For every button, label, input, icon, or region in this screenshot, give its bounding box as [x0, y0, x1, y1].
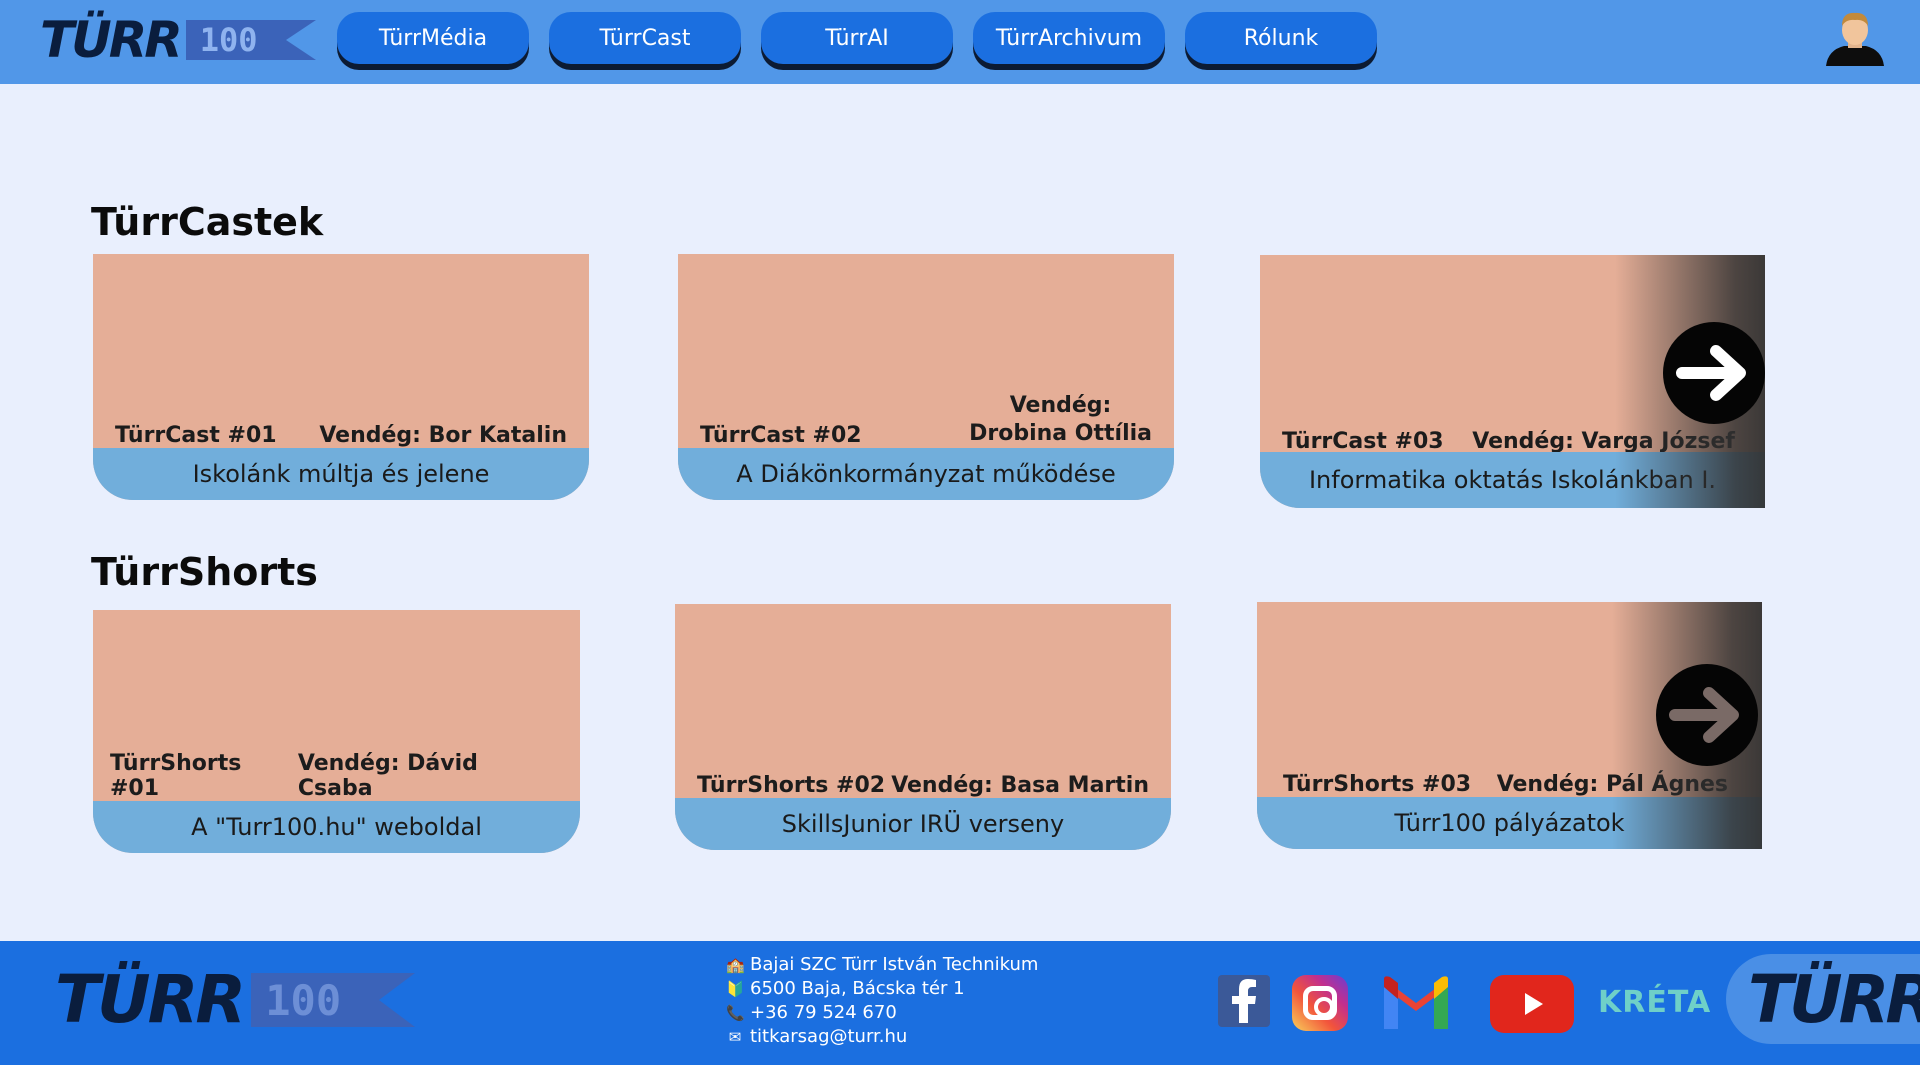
cast-card-02[interactable]: TürrCast #02 Vendég: Drobina Ottília A D…: [678, 254, 1174, 500]
facebook-icon[interactable]: [1218, 975, 1270, 1027]
mail-icon: ✉: [728, 1028, 742, 1046]
episode-label: TürrCast #02: [700, 423, 862, 448]
phone-icon: 📞: [726, 1004, 745, 1022]
footer-logo-number: 100: [251, 973, 416, 1027]
episode-label: TürrShorts #01: [110, 751, 242, 801]
turr-badge-logo[interactable]: TÜRR: [1726, 954, 1920, 1044]
episode-label: TürrShorts #03: [1283, 772, 1472, 797]
nav-turrcast-button[interactable]: TürrCast: [549, 12, 741, 64]
kreta-link[interactable]: KRÉTA: [1598, 985, 1711, 1020]
gmail-icon[interactable]: [1380, 975, 1452, 1033]
contact-school: 🏫 Bajai SZC Türr István Technikum: [726, 954, 1039, 975]
guest-label: Vendég: Drobina Ottília: [969, 392, 1152, 448]
nav-rolunk-button[interactable]: Rólunk: [1185, 12, 1377, 64]
contact-email: ✉ titkarsag@turr.hu: [726, 1025, 1038, 1049]
site-header: TÜRR 100 TürrMédia TürrCast TürrAI TürrA…: [0, 0, 1920, 84]
instagram-icon[interactable]: [1292, 975, 1348, 1031]
shorts-card-02[interactable]: TürrShorts #02 Vendég: Basa Martin Skill…: [675, 604, 1171, 850]
nav-turrarchivum-button[interactable]: TürrArchivum: [973, 12, 1165, 64]
card-meta: TürrCast #02 Vendég: Drobina Ottília: [678, 388, 1174, 448]
logo-wordmark: TÜRR: [40, 11, 183, 69]
nav-turrai-button[interactable]: TürrAI: [761, 12, 953, 64]
guest-name: Drobina Ottília: [969, 421, 1152, 446]
shorts-next-arrow-icon[interactable]: [1656, 664, 1758, 766]
contact-phone: 📞 +36 79 524 670: [726, 1002, 897, 1023]
footer-logo[interactable]: TÜRR 100: [55, 961, 416, 1038]
guest-label: Vendég: Bor Katalin: [319, 423, 567, 448]
nav-turrmedia-button[interactable]: TürrMédia: [337, 12, 529, 64]
section-title-shorts: TürrShorts: [91, 550, 318, 594]
episode-label: TürrCast #01: [115, 423, 277, 448]
main-nav: TürrMédia TürrCast TürrAI TürrArchivum R…: [337, 12, 1377, 64]
guest-label: Vendég: Dávid Csaba: [297, 751, 478, 801]
contact-address: 🔰 6500 Baja, Bácska tér 1: [726, 978, 965, 999]
footer-logo-wordmark: TÜRR: [55, 961, 246, 1038]
youtube-icon[interactable]: [1490, 975, 1574, 1033]
user-avatar-icon[interactable]: [1822, 10, 1888, 66]
guest-prefix: Vendég:: [1009, 393, 1112, 418]
card-meta: TürrCast #01 Vendég: Bor Katalin: [93, 388, 589, 448]
guest-label: Vendég: Basa Martin: [891, 773, 1149, 798]
logo-number: 100: [185, 20, 316, 60]
shorts-card-01[interactable]: TürrShorts #01 Vendég: Dávid Csaba A "Tu…: [93, 610, 580, 853]
contact-info: 🏫 Bajai SZC Türr István Technikum 🔰 6500 B…: [726, 953, 1038, 1049]
school-icon: 🏫: [726, 956, 745, 974]
card-meta: TürrShorts #01 Vendég: Dávid Csaba: [93, 741, 580, 801]
site-footer: TÜRR 100 🏫 Bajai SZC Türr István Techniku…: [0, 941, 1920, 1065]
address-icon: 🔰: [726, 980, 745, 998]
section-title-casts: TürrCastek: [91, 200, 324, 244]
card-topic: A "Turr100.hu" weboldal: [93, 801, 580, 853]
episode-label: TürrCast #03: [1282, 429, 1444, 454]
card-topic: Iskolánk múltja és jelene: [93, 448, 589, 500]
card-topic: SkillsJunior IRÜ verseny: [675, 798, 1171, 850]
card-topic: A Diákönkormányzat működése: [678, 448, 1174, 500]
site-logo[interactable]: TÜRR 100: [40, 11, 316, 69]
episode-label: TürrShorts #02: [697, 773, 886, 798]
casts-next-arrow-icon[interactable]: [1663, 322, 1765, 424]
cast-card-01[interactable]: TürrCast #01 Vendég: Bor Katalin Iskolán…: [93, 254, 589, 500]
card-meta: TürrShorts #02 Vendég: Basa Martin: [675, 738, 1171, 798]
